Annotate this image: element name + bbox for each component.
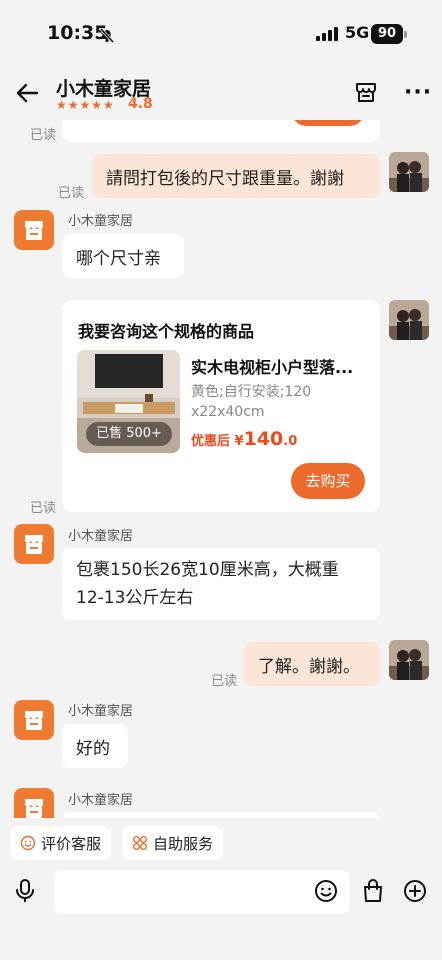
shop-avatar[interactable] xyxy=(14,524,54,564)
message-text: 了解。謝謝。 xyxy=(258,656,360,677)
shop-message-bubble[interactable]: 哪个尺寸亲 xyxy=(62,234,184,278)
price-prefix: 优惠后 ¥ xyxy=(191,434,244,449)
store-icon[interactable] xyxy=(354,80,378,104)
card-title: 我要咨询这个规格的商品 xyxy=(78,322,255,341)
signal-icon xyxy=(316,27,338,41)
message-text: 請問打包後的尺寸跟重量。謝謝 xyxy=(106,168,344,189)
shop-message-bubble-partial[interactable] xyxy=(62,812,380,818)
sender-name: 小木童家居 xyxy=(68,704,134,719)
my-avatar[interactable] xyxy=(389,152,429,192)
sold-count: 已售 500+ xyxy=(96,426,162,441)
sender-name: 小木童家居 xyxy=(68,529,134,544)
self-service-chip[interactable]: 自助服务 xyxy=(122,826,224,860)
my-avatar[interactable] xyxy=(389,640,429,680)
message-text: 哪个尺寸亲 xyxy=(76,248,161,269)
my-message-bubble[interactable]: 了解。謝謝。 xyxy=(244,642,380,686)
rating-score: 4.8 xyxy=(128,96,153,112)
message-text: 好的 xyxy=(76,738,110,759)
my-avatar[interactable] xyxy=(389,300,429,340)
read-receipt: 已读 xyxy=(30,128,57,143)
product-price: 优惠后 ¥140.0 xyxy=(191,428,297,450)
mute-bell-icon xyxy=(99,27,115,43)
rate-service-label: 评价客服 xyxy=(41,834,102,853)
read-receipt: 已读 xyxy=(58,186,85,201)
more-icon[interactable]: ··· xyxy=(404,80,432,105)
buy-button[interactable]: 去购买 xyxy=(291,463,365,499)
network-label: 5G xyxy=(345,23,370,42)
read-receipt: 已读 xyxy=(211,674,238,689)
partial-buy-button xyxy=(292,120,364,126)
buy-button-label: 去购买 xyxy=(305,472,351,490)
smile-icon xyxy=(20,835,36,851)
message-text: 包裹150长26宽10厘米高，大概重12-13公斤左右 xyxy=(76,560,339,608)
plus-icon[interactable] xyxy=(403,879,427,903)
bag-icon[interactable] xyxy=(361,878,385,904)
my-message-bubble[interactable]: 請問打包後的尺寸跟重量。謝謝 xyxy=(92,154,380,198)
shop-message-bubble[interactable]: 好的 xyxy=(62,724,128,768)
shop-avatar[interactable] xyxy=(14,700,54,740)
sender-name: 小木童家居 xyxy=(68,214,134,229)
shop-avatar[interactable] xyxy=(14,210,54,250)
price-integer: 140 xyxy=(243,428,284,450)
sold-badge: 已售 500+ xyxy=(86,422,172,446)
shop-avatar[interactable] xyxy=(14,788,54,818)
chat-area[interactable]: 已读 請問打包後的尺寸跟重量。謝謝 已读 小木童家居 哪个尺寸亲 我要咨询这个规… xyxy=(0,120,442,818)
message-input[interactable] xyxy=(54,870,350,914)
grid-icon xyxy=(133,836,147,850)
shop-message-bubble[interactable]: 包裹150长26宽10厘米高，大概重12-13公斤左右 xyxy=(62,548,380,620)
emoji-icon[interactable] xyxy=(314,879,338,903)
back-arrow-icon[interactable] xyxy=(14,80,40,106)
mic-icon[interactable] xyxy=(13,878,37,904)
read-receipt: 已读 xyxy=(30,501,57,516)
product-spec: 黄色;自行安装;120x22x40cm xyxy=(191,384,312,420)
sender-name: 小木童家居 xyxy=(68,793,134,808)
rate-service-chip[interactable]: 评价客服 xyxy=(10,826,112,860)
price-decimal: .0 xyxy=(283,434,298,449)
self-service-label: 自助服务 xyxy=(153,834,214,853)
product-name[interactable]: 实木电视柜小户型落... xyxy=(191,354,361,378)
battery-indicator: 90 xyxy=(371,24,403,44)
rating-stars: ★★★★★ xyxy=(56,98,115,112)
battery-tip xyxy=(404,31,407,38)
